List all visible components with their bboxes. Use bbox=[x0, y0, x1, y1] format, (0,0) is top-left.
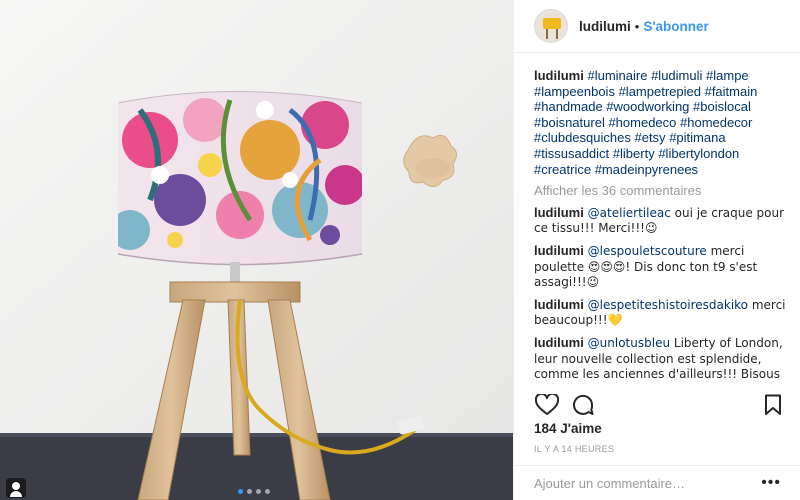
hashtag-link[interactable]: #boisnaturel bbox=[534, 115, 605, 130]
caption-hashtags: #luminaire #ludimuli #lampe #lampeenbois… bbox=[534, 68, 757, 177]
header-username[interactable]: ludilumi bbox=[579, 19, 631, 34]
comment-thread: ludilumi @ateliertileac oui je craque po… bbox=[534, 205, 786, 384]
hashtag-link[interactable]: #ludimuli bbox=[651, 68, 702, 83]
hashtag-link[interactable]: #pitimana bbox=[669, 130, 725, 145]
hashtag-link[interactable]: #homedecor bbox=[680, 115, 752, 130]
hashtag-link[interactable]: #liberty bbox=[613, 146, 655, 161]
comment-item: ludilumi @unlotusbleu Liberty of London,… bbox=[534, 335, 786, 384]
hashtag-link[interactable]: #boislocal bbox=[693, 99, 751, 114]
post-timestamp: IL Y A 14 HEURES bbox=[534, 444, 615, 454]
carousel-dot bbox=[265, 489, 270, 494]
caption-username[interactable]: ludilumi bbox=[534, 68, 584, 83]
ellipsis-icon[interactable]: ••• bbox=[761, 475, 781, 491]
comment-username[interactable]: ludilumi bbox=[534, 297, 584, 312]
carousel-dot bbox=[247, 489, 252, 494]
hashtag-link[interactable]: #lampetrepied bbox=[619, 84, 701, 99]
hashtag-link[interactable]: #madeinpyrenees bbox=[595, 162, 698, 177]
comments-list[interactable]: ludilumi #luminaire #ludimuli #lampe #la… bbox=[534, 68, 786, 384]
comment-username[interactable]: ludilumi bbox=[534, 243, 584, 258]
comment-mention[interactable]: @ateliertileac bbox=[588, 206, 671, 220]
comment-item: ludilumi @lespouletscouture merci poulet… bbox=[534, 243, 786, 291]
post-actions bbox=[534, 392, 786, 418]
hashtag-link[interactable]: #lampeenbois bbox=[534, 84, 615, 99]
hashtag-link[interactable]: #homedeco bbox=[608, 115, 676, 130]
comment-item: ludilumi @ateliertileac oui je craque po… bbox=[534, 205, 786, 237]
hashtag-link[interactable]: #faitmain bbox=[705, 84, 758, 99]
post-header: ludilumi • S'abonner bbox=[514, 0, 800, 53]
user-tag-icon[interactable] bbox=[6, 478, 26, 498]
hashtag-link[interactable]: #etsy bbox=[634, 130, 665, 145]
hashtag-link[interactable]: #libertylondon bbox=[658, 146, 739, 161]
lamp-shade bbox=[118, 91, 362, 265]
hashtag-link[interactable]: #tissusaddict bbox=[534, 146, 609, 161]
bookmark-icon[interactable] bbox=[760, 392, 786, 418]
comment-input[interactable] bbox=[534, 475, 762, 491]
carousel-dot bbox=[238, 489, 243, 494]
carousel-indicator bbox=[238, 489, 270, 494]
caption: ludilumi #luminaire #ludimuli #lampe #la… bbox=[534, 68, 786, 177]
comment-mention[interactable]: @lespetiteshistoiresdakiko bbox=[588, 298, 748, 312]
add-comment-bar: ••• bbox=[514, 465, 800, 500]
hashtag-link[interactable]: #luminaire bbox=[587, 68, 647, 83]
hashtag-link[interactable]: #clubdesquiches bbox=[534, 130, 631, 145]
speech-bubble-icon[interactable] bbox=[570, 392, 596, 418]
likes-count[interactable]: 184 J'aime bbox=[534, 421, 602, 436]
comment-username[interactable]: ludilumi bbox=[534, 205, 584, 220]
header-separator: • bbox=[634, 18, 640, 34]
follow-button[interactable]: S'abonner bbox=[643, 19, 708, 34]
comment-mention[interactable]: @unlotusbleu bbox=[588, 336, 670, 350]
post-photo[interactable] bbox=[0, 0, 513, 500]
comment-mention[interactable]: @lespouletscouture bbox=[588, 244, 707, 258]
lamp-photo-illustration bbox=[0, 0, 513, 500]
comment-username[interactable]: ludilumi bbox=[534, 335, 584, 350]
view-all-comments-link[interactable]: Afficher les 36 commentaires bbox=[534, 183, 786, 199]
hashtag-link[interactable]: #creatrice bbox=[534, 162, 591, 177]
hashtag-link[interactable]: #handmade bbox=[534, 99, 603, 114]
hashtag-link[interactable]: #lampe bbox=[706, 68, 749, 83]
avatar[interactable] bbox=[534, 9, 568, 43]
heart-icon[interactable] bbox=[534, 392, 560, 418]
carousel-dot bbox=[256, 489, 261, 494]
hashtag-link[interactable]: #woodworking bbox=[606, 99, 689, 114]
comment-item: ludilumi @lespetiteshistoiresdakiko merc… bbox=[534, 297, 786, 329]
post-side-panel: ludilumi • S'abonner ludilumi #luminaire… bbox=[513, 0, 800, 500]
